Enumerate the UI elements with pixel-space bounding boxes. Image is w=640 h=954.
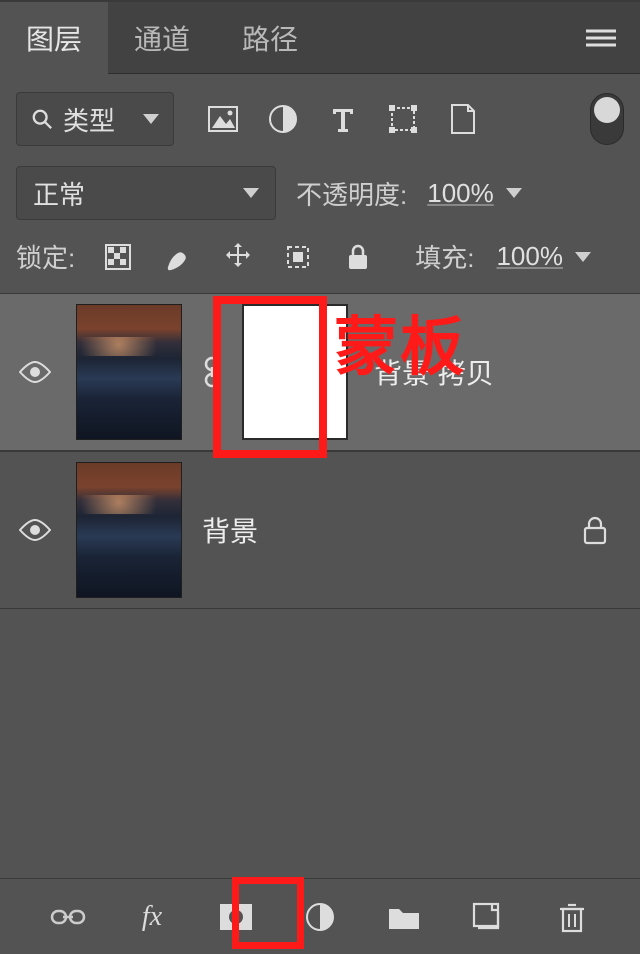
- layer-name[interactable]: 背景: [202, 510, 258, 550]
- tab-layers[interactable]: 图层: [0, 2, 108, 74]
- annotation-box-button: [232, 877, 304, 949]
- blend-mode-select[interactable]: 正常: [16, 166, 276, 220]
- filter-type-select[interactable]: 类型: [16, 92, 174, 146]
- filter-smart-icon[interactable]: [446, 102, 480, 136]
- lock-label: 锁定:: [16, 238, 75, 275]
- lock-artboard-icon[interactable]: [281, 240, 315, 274]
- lock-all-icon[interactable]: [341, 240, 375, 274]
- filter-row: 类型: [0, 74, 640, 158]
- link-layers-icon[interactable]: [48, 897, 88, 937]
- layer-thumbnail[interactable]: [76, 304, 182, 440]
- filter-image-icon[interactable]: [206, 102, 240, 136]
- fill-label: 填充:: [415, 238, 474, 275]
- annotation-box-mask: [213, 296, 327, 458]
- fill-value[interactable]: 100%: [496, 241, 591, 272]
- filter-adjust-icon[interactable]: [266, 102, 300, 136]
- lock-brush-icon[interactable]: [161, 240, 195, 274]
- layer-thumbnail[interactable]: [76, 462, 182, 598]
- lock-pixels-icon[interactable]: [101, 240, 135, 274]
- search-icon: [31, 108, 53, 130]
- panel-menu-icon[interactable]: [562, 29, 640, 47]
- visibility-toggle[interactable]: [0, 519, 70, 541]
- chevron-down-icon: [243, 188, 259, 198]
- toggle-knob: [594, 97, 620, 123]
- annotation-text: 蒙板: [334, 296, 466, 388]
- lock-row: 锁定: 填充: 100%: [0, 230, 640, 293]
- visibility-toggle[interactable]: [0, 361, 70, 383]
- filter-type-icon[interactable]: [326, 102, 360, 136]
- layer-row[interactable]: 背景: [0, 451, 640, 609]
- layer-lock-icon[interactable]: [582, 515, 608, 545]
- opacity-label: 不透明度:: [296, 175, 407, 212]
- filter-type-label: 类型: [63, 101, 115, 138]
- tab-paths[interactable]: 路径: [216, 2, 324, 74]
- lock-move-icon[interactable]: [221, 240, 255, 274]
- filter-shape-icon[interactable]: [386, 102, 420, 136]
- adjustment-layer-icon[interactable]: [300, 897, 340, 937]
- blend-mode-value: 正常: [33, 175, 85, 212]
- chevron-down-icon: [143, 114, 159, 124]
- eye-icon: [19, 361, 51, 383]
- chevron-down-icon: [575, 252, 591, 262]
- tab-channels[interactable]: 通道: [108, 2, 216, 74]
- filter-toggle[interactable]: [590, 93, 624, 145]
- group-icon[interactable]: [384, 897, 424, 937]
- new-layer-icon[interactable]: [468, 897, 508, 937]
- panel-tabs: 图层 通道 路径: [0, 2, 640, 74]
- eye-icon: [19, 519, 51, 541]
- bottom-toolbar: fx: [0, 878, 640, 954]
- opacity-value[interactable]: 100%: [427, 178, 522, 209]
- blend-row: 正常 不透明度: 100%: [0, 158, 640, 230]
- delete-icon[interactable]: [552, 897, 592, 937]
- fx-icon[interactable]: fx: [132, 897, 172, 937]
- chevron-down-icon: [506, 188, 522, 198]
